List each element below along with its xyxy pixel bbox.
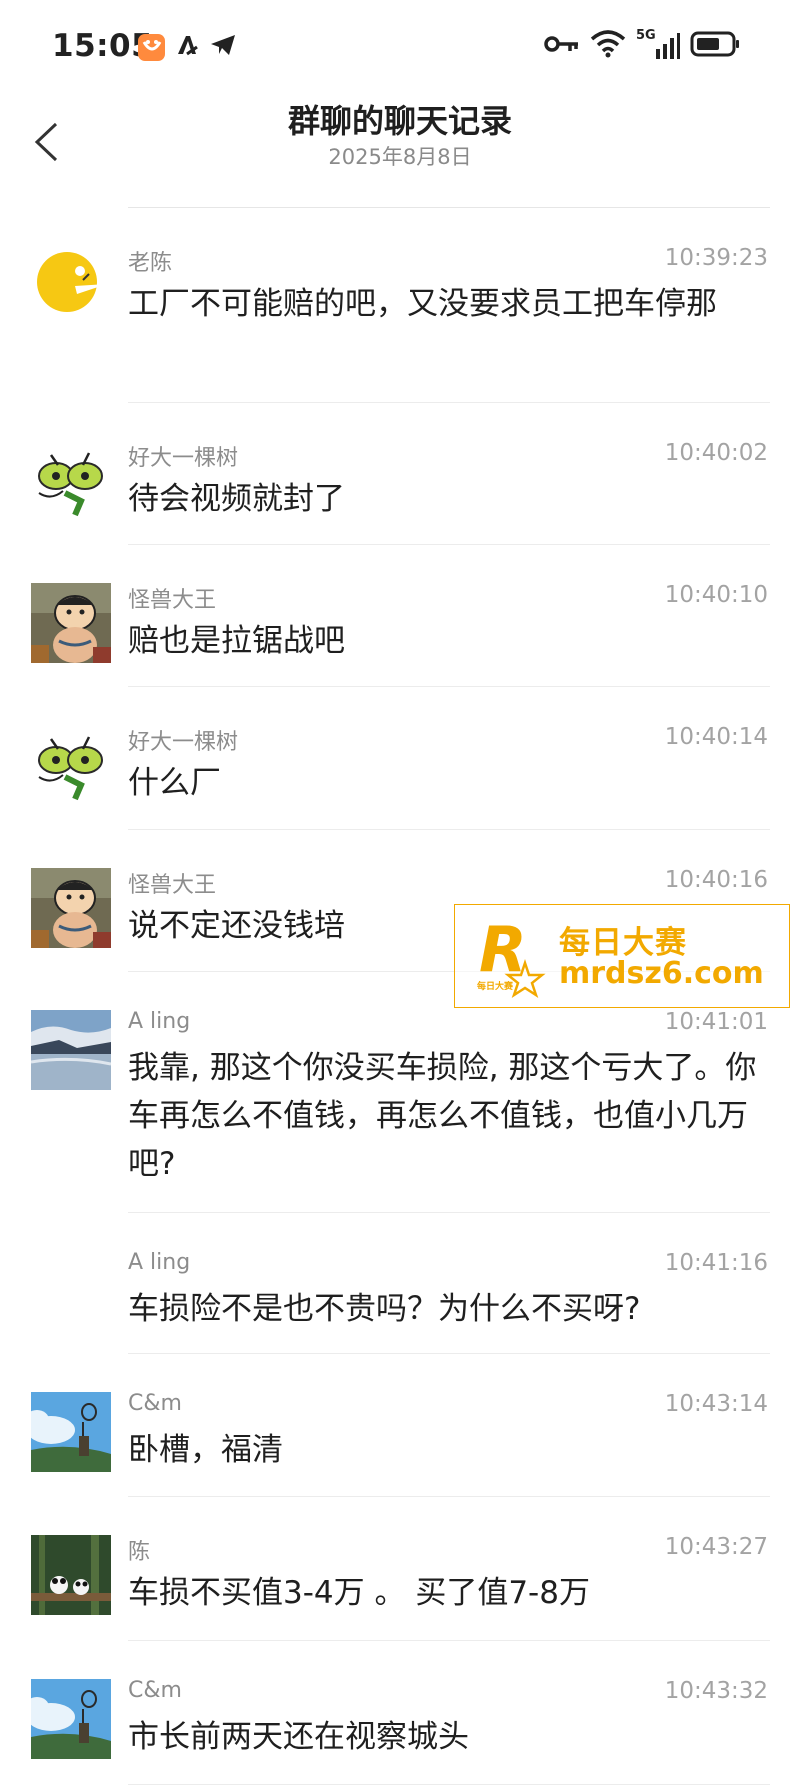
app-notification-icon [138,33,165,61]
telegram-icon [209,33,237,61]
message-text: 什么厂 [128,765,221,801]
lake-landscape-avatar[interactable] [31,1010,111,1090]
message-item[interactable]: 怪兽大王 10:40:10 赔也是拉锯战吧 [0,545,800,687]
message-time: 10:41:16 [664,1250,768,1276]
page-date: 2025年8月8日 [328,145,472,169]
battery-icon [690,31,740,61]
crayon-shin-chan-avatar[interactable] [31,583,111,663]
watermark-url: mrdsz6.com [559,956,764,991]
panda-forest-avatar[interactable] [31,1535,111,1615]
crayon-shin-chan-avatar[interactable] [31,868,111,948]
green-cartoon-avatar[interactable] [31,725,111,805]
message-text: 车损险不是也不贵吗？为什么不买呀? [128,1291,641,1327]
message-text: 工厂不可能赔的吧，又没要求员工把车停那 [128,286,717,322]
message-time: 10:40:14 [664,724,768,750]
message-sender: 怪兽大王 [128,873,217,898]
key-icon [544,34,580,58]
message-text: 卧槽，福清 [128,1432,283,1468]
message-text: 赔也是拉锯战吧 [128,623,345,659]
message-text: 待会视频就封了 [128,481,345,517]
message-sender: C&m [128,1391,182,1416]
message-sender: A ling [128,1250,191,1275]
message-sender: 陈 [128,1540,151,1565]
message-sender: C&m [128,1678,182,1703]
message-item[interactable]: A ling 10:41:16 车损险不是也不贵吗？为什么不买呀? [0,1213,800,1354]
chat-history-header: 群聊的聊天记录 2025年8月8日 [0,90,800,200]
sky-anime-avatar[interactable] [31,1392,111,1472]
message-divider [128,1784,770,1785]
status-notification-icons [138,30,237,64]
watermark-logo: R 每日大赛 [475,913,549,999]
5g-signal-icon: 5G [636,28,680,61]
message-time: 10:41:01 [664,1009,768,1035]
message-sender: 好大一棵树 [128,446,239,471]
font-icon [175,33,199,61]
message-item[interactable]: C&m 10:43:14 卧槽，福清 [0,1354,800,1497]
message-text: 市长前两天还在视察城头 [128,1719,469,1755]
sky-anime-avatar[interactable] [31,1679,111,1759]
message-item[interactable]: C&m 10:43:32 市长前两天还在视察城头 [0,1641,800,1785]
message-time: 10:43:32 [664,1678,768,1704]
watermark-banner: R 每日大赛 每日大赛 mrdsz6.com [454,904,790,1008]
status-bar: 15:05 5G [0,0,800,90]
message-time: 10:40:16 [664,867,768,893]
message-text: 车损不买值3-4万 。 买了值7-8万 [128,1575,590,1611]
page-title: 群聊的聊天记录 [287,102,512,140]
message-time: 10:40:02 [664,440,768,466]
message-item[interactable]: 老陈 10:39:23 工厂不可能赔的吧，又没要求员工把车停那 [0,208,800,403]
message-item[interactable]: 好大一棵树 10:40:14 什么厂 [0,687,800,830]
message-sender: 好大一棵树 [128,730,239,755]
message-time: 10:40:10 [664,582,768,608]
message-sender: 怪兽大王 [128,588,217,613]
message-item[interactable]: 好大一棵树 10:40:02 待会视频就封了 [0,403,800,545]
message-item[interactable]: 陈 10:43:27 车损不买值3-4万 。 买了值7-8万 [0,1497,800,1641]
message-text: 我靠, 那这个你没买车损险, 那这个亏大了。你车再怎么不值钱，再怎么不值钱，也值… [128,1050,757,1182]
green-cartoon-avatar[interactable] [31,441,111,521]
message-time: 10:43:14 [664,1391,768,1417]
message-time: 10:39:23 [664,245,768,271]
message-item[interactable]: A ling 10:41:01 我靠, 那这个你没买车损险, 那这个亏大了。你车… [0,972,800,1213]
yellow-moon-avatar[interactable] [31,246,111,326]
wifi-icon [590,29,626,63]
message-sender: A ling [128,1009,191,1034]
svg-text:每日大赛: 每日大赛 [477,980,514,992]
status-system-icons: 5G [544,28,740,64]
message-sender: 老陈 [128,251,173,276]
message-time: 10:43:27 [664,1534,768,1560]
